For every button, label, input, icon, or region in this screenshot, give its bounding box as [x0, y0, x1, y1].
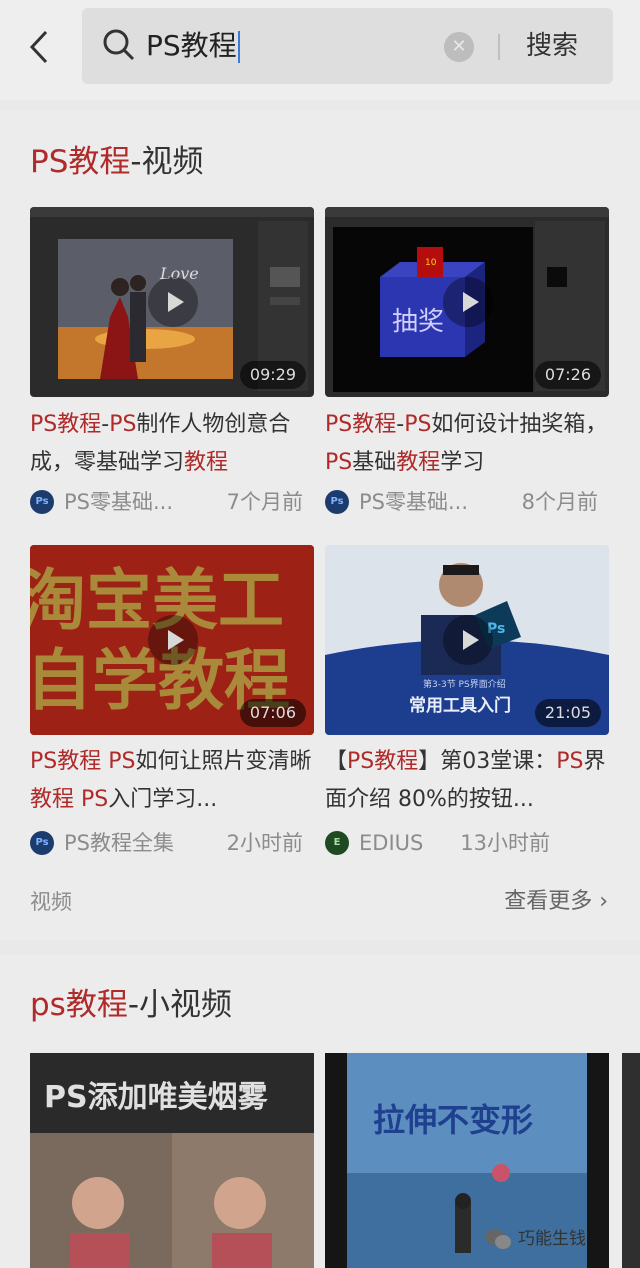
- author-avatar: Ps: [30, 490, 54, 514]
- title-keyword-highlight: 教程: [184, 450, 229, 475]
- video-title[interactable]: 【PS教程】第03堂课：PS界面介绍 80%的按钮...: [325, 743, 610, 819]
- author-avatar: Ps: [30, 831, 54, 855]
- short-video-image: PS添加唯美烟雾: [30, 1053, 314, 1268]
- title-keyword-highlight: 教程: [396, 450, 441, 475]
- thumb-main-text: 常用工具入门: [409, 695, 511, 716]
- video-title[interactable]: PS教程-PS如何设计抽奖箱，PS基础教程学习: [325, 406, 610, 482]
- title-keyword-highlight: PS: [109, 412, 137, 437]
- title-text: 如何让照片变清晰: [135, 749, 312, 774]
- author-avatar: E: [325, 831, 349, 855]
- title-text: 】第03堂课：: [418, 749, 557, 774]
- text-cursor: [237, 31, 240, 63]
- video-section: PS教程-视频 Love 09:29 PS教程-PS制作人物创意合成，零基础学习…: [0, 110, 640, 940]
- see-more-link[interactable]: 查看更多 ›: [504, 882, 608, 922]
- title-keyword-highlight: PS: [325, 450, 353, 475]
- watermark-text: 巧能生钱: [518, 1229, 586, 1249]
- title-keyword-highlight: PS教程: [347, 749, 419, 774]
- video-author[interactable]: PS教程全集: [64, 827, 174, 859]
- thumb-text: 拉伸不变形: [373, 1101, 533, 1139]
- title-text: 如何设计抽奖箱，: [431, 412, 608, 437]
- search-button[interactable]: 搜索: [526, 26, 578, 66]
- thumb-subtitle: 第3-3节 PS界面介绍: [423, 678, 506, 690]
- play-icon: [148, 615, 198, 665]
- video-time: 2小时前: [226, 831, 303, 855]
- author-avatar: Ps: [325, 490, 349, 514]
- short-video-section-title: ps教程-小视频: [30, 983, 232, 1027]
- title-rest: -小视频: [127, 987, 233, 1023]
- video-meta: E EDIUS 13小时前: [325, 827, 610, 859]
- play-icon: [443, 277, 493, 327]
- short-video-thumbnail[interactable]: PS添加唯美烟雾: [30, 1053, 314, 1268]
- back-arrow-icon[interactable]: [26, 30, 54, 64]
- search-box[interactable]: PS教程 ✕ 搜索: [82, 8, 613, 84]
- search-query-text: PS教程: [146, 29, 237, 62]
- video-time: 7个月前: [226, 490, 303, 514]
- play-icon: [443, 615, 493, 665]
- title-keyword: ps教程: [30, 987, 128, 1023]
- title-keyword: PS教程: [30, 144, 131, 180]
- wechat-icon: [485, 1229, 511, 1249]
- video-meta: Ps PS零基础... 8个月前: [325, 486, 610, 518]
- title-keyword-highlight: PS教程: [30, 749, 102, 774]
- video-duration: 07:26: [534, 361, 601, 389]
- video-author[interactable]: PS零基础...: [359, 486, 468, 518]
- video-author[interactable]: EDIUS: [359, 827, 423, 859]
- video-duration: 21:05: [534, 699, 601, 727]
- video-time: 8个月前: [521, 490, 598, 514]
- title-keyword-highlight: PS: [556, 749, 584, 774]
- video-author[interactable]: PS零基础...: [64, 486, 173, 518]
- search-icon: [103, 29, 135, 61]
- title-keyword-highlight: 教程: [30, 787, 75, 812]
- title-text: -: [396, 412, 405, 437]
- title-keyword-highlight: PS: [404, 412, 432, 437]
- video-duration: 07:06: [239, 699, 306, 727]
- search-input[interactable]: PS教程: [146, 26, 240, 66]
- title-text: [74, 787, 81, 812]
- title-keyword-highlight: PS: [81, 787, 109, 812]
- title-text: 学习: [440, 450, 485, 475]
- title-text: 基础: [352, 450, 397, 475]
- divider: [498, 34, 500, 60]
- video-thumbnail[interactable]: Ps 第3-3节 PS界面介绍 常用工具入门 21:05: [325, 545, 609, 735]
- video-thumbnail[interactable]: 10 抽奖 07:26: [325, 207, 609, 397]
- video-title[interactable]: PS教程 PS如何让照片变清晰教程 PS入门学习...: [30, 743, 315, 819]
- section-footer-label: 视频: [30, 890, 72, 914]
- next-thumbnail-edge: [622, 1053, 640, 1268]
- title-text: -: [101, 412, 110, 437]
- clear-icon[interactable]: ✕: [444, 32, 474, 62]
- title-keyword-highlight: PS: [108, 749, 136, 774]
- video-thumbnail[interactable]: 淘宝美工 自学教程 07:06: [30, 545, 314, 735]
- title-keyword-highlight: PS教程: [30, 412, 102, 437]
- video-meta: Ps PS教程全集 2小时前: [30, 827, 315, 859]
- title-rest: -视频: [130, 144, 204, 180]
- video-title[interactable]: PS教程-PS制作人物创意合成，零基础学习教程: [30, 406, 315, 482]
- thumb-badge-text: 10: [425, 258, 437, 268]
- title-text: 入门学习...: [108, 787, 218, 812]
- top-bar: PS教程 ✕ 搜索: [0, 0, 640, 100]
- play-icon: [148, 277, 198, 327]
- video-time: 13小时前: [460, 831, 550, 855]
- thumb-text: PS添加唯美烟雾: [44, 1080, 269, 1115]
- title-text: 【: [325, 749, 348, 774]
- thumb-text: 抽奖: [392, 307, 444, 337]
- video-thumbnail[interactable]: Love 09:29: [30, 207, 314, 397]
- short-video-section: ps教程-小视频 PS添加唯美烟雾 拉伸不变形: [0, 955, 640, 1268]
- watermark: 巧能生钱: [485, 1226, 586, 1252]
- video-meta: Ps PS零基础... 7个月前: [30, 486, 315, 518]
- video-duration: 09:29: [239, 361, 306, 389]
- title-keyword-highlight: PS教程: [325, 412, 397, 437]
- video-section-title: PS教程-视频: [30, 140, 204, 184]
